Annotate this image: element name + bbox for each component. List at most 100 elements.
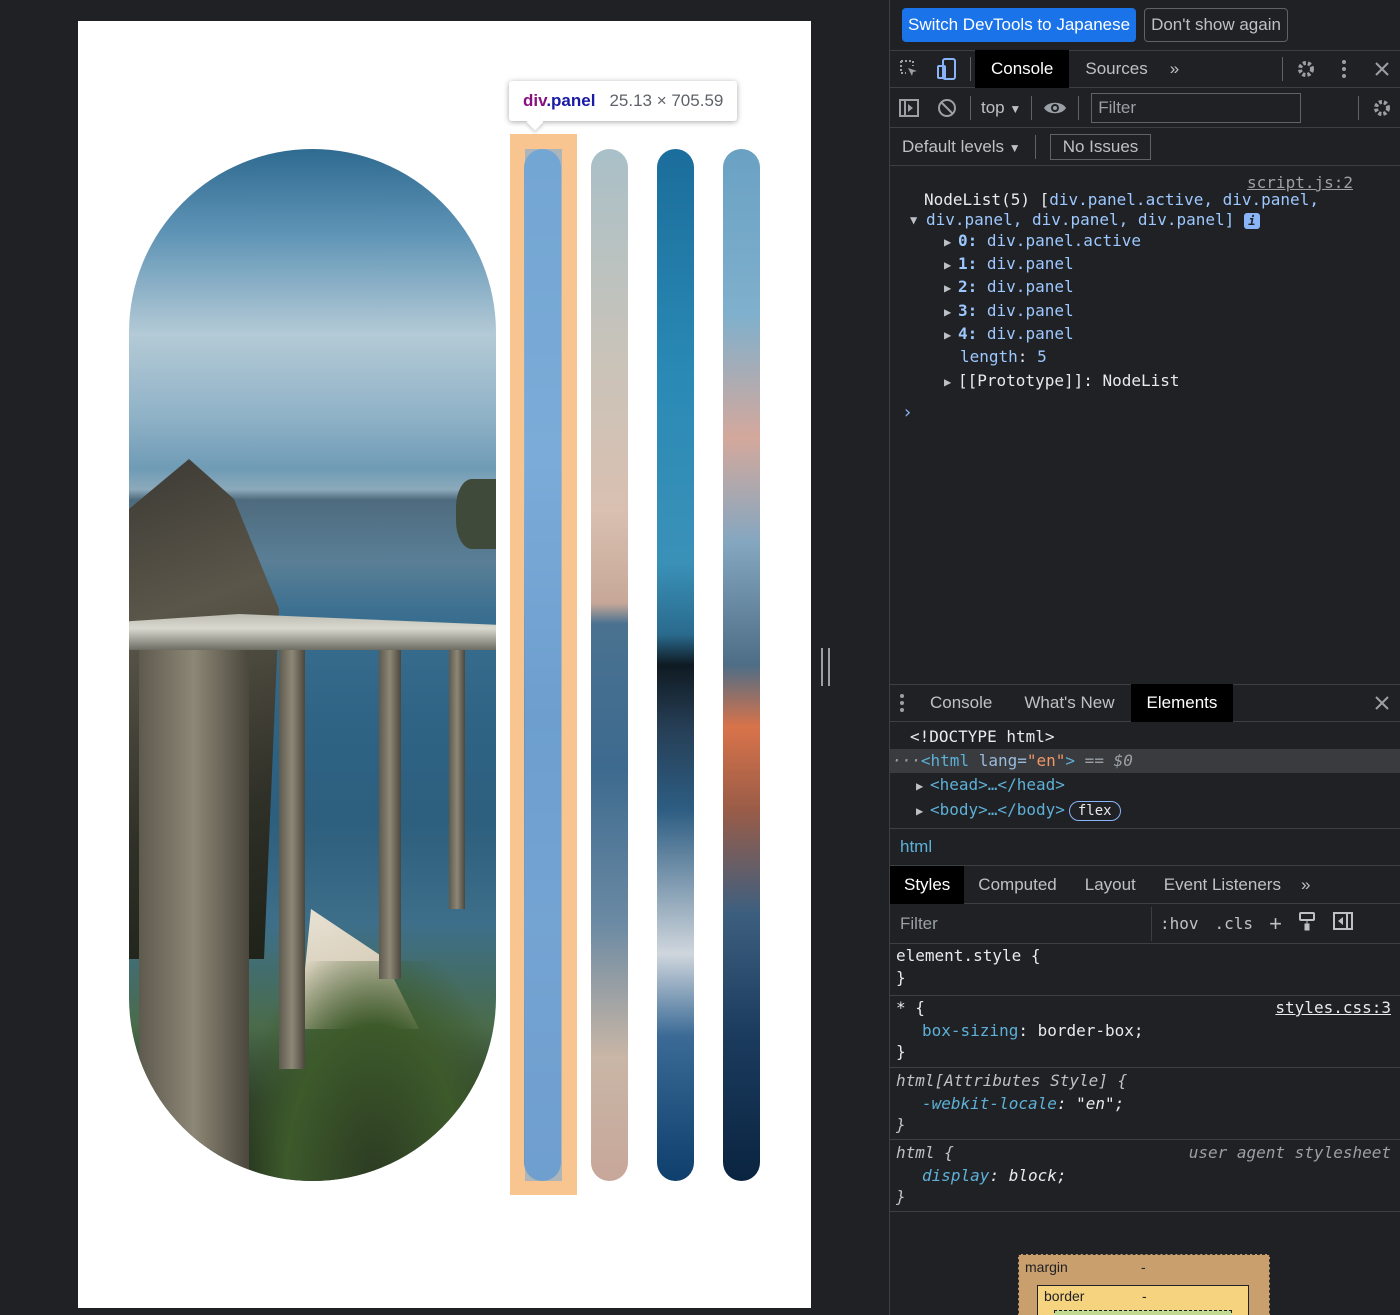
- tree-head-node[interactable]: ▶ <head>…</head>: [890, 773, 1400, 797]
- nodelist-entry[interactable]: ▶ 1: div.panel: [944, 254, 1074, 275]
- bridge-deck: [129, 614, 496, 650]
- bridge-pillar: [139, 649, 249, 1181]
- new-rule-plus-icon[interactable]: +: [1261, 911, 1290, 937]
- entry-value: div.panel.active: [986, 231, 1142, 250]
- drawer-menu-icon[interactable]: [890, 684, 914, 722]
- dont-show-again-button[interactable]: Don't show again: [1144, 8, 1288, 42]
- rule-universal[interactable]: * { styles.css:3 box-sizing: border-box;…: [890, 996, 1400, 1068]
- tree-html-node[interactable]: ···<html lang="en"> == $0: [890, 749, 1400, 773]
- more-tabs-chevron-icon[interactable]: »: [1295, 866, 1316, 904]
- inspect-element-icon[interactable]: [890, 50, 928, 88]
- node-actions-ellipsis-icon[interactable]: ···: [892, 751, 921, 770]
- styles-filter-input[interactable]: [890, 906, 1152, 941]
- console-filter-input[interactable]: [1091, 92, 1302, 123]
- tab-styles[interactable]: Styles: [890, 865, 965, 904]
- context-select[interactable]: top ▼: [975, 98, 1027, 118]
- breadcrumb: html: [890, 828, 1400, 866]
- collapsed-arrow-icon: ▶: [944, 235, 952, 249]
- rule-attributes-style[interactable]: html[Attributes Style] { -webkit-locale:…: [890, 1068, 1400, 1140]
- nodelist-entry[interactable]: ▶ 2: div.panel: [944, 277, 1074, 298]
- nodelist-header[interactable]: NodeList(5) [div.panel.active, div.panel…: [924, 190, 1319, 210]
- tree-doctype[interactable]: <!DOCTYPE html>: [890, 725, 1400, 749]
- dropdown-caret-icon: ▼: [1008, 140, 1021, 155]
- entry-key: 3:: [958, 301, 978, 320]
- toggle-sidebar-icon[interactable]: [1324, 911, 1362, 936]
- paint-roller-icon[interactable]: [1290, 911, 1324, 936]
- collapsed-arrow-icon: ▶: [916, 804, 924, 818]
- rule-selector: html {: [896, 1143, 954, 1162]
- live-expression-eye-icon[interactable]: [1036, 89, 1074, 127]
- headland-shape: [456, 479, 496, 549]
- property-name: -webkit-locale: [922, 1094, 1057, 1113]
- rule-source-link[interactable]: styles.css:3: [1275, 998, 1391, 1017]
- nodelist-entry[interactable]: ▶ 4: div.panel: [944, 324, 1074, 345]
- console-prompt[interactable]: ›: [902, 402, 913, 423]
- margin-value[interactable]: -: [1141, 1259, 1146, 1275]
- body-tag: <body>…</body>: [930, 800, 1065, 819]
- bridge-pillar: [449, 649, 465, 909]
- bridge-pillar: [279, 649, 305, 1069]
- tab-sources[interactable]: Sources: [1069, 50, 1163, 88]
- drawer-tab-console[interactable]: Console: [914, 684, 1008, 722]
- close-devtools-icon[interactable]: [1363, 50, 1400, 88]
- entry-key: 2:: [958, 277, 978, 296]
- rule-declaration[interactable]: box-sizing: border-box;: [922, 1021, 1144, 1040]
- rule-selector: * {: [896, 998, 925, 1017]
- elements-tree: <!DOCTYPE html> ···<html lang="en"> == $…: [890, 722, 1400, 828]
- switch-language-button[interactable]: Switch DevTools to Japanese: [902, 8, 1137, 42]
- tree-body-node[interactable]: ▶ <body>…</body> flex: [890, 798, 1400, 822]
- flex-badge[interactable]: flex: [1068, 801, 1121, 821]
- entry-key: 1:: [958, 254, 978, 273]
- tab-console[interactable]: Console: [975, 50, 1070, 88]
- nodelist-prototype[interactable]: ▶ [[Prototype]]: NodeList: [944, 371, 1180, 392]
- rule-user-agent-html[interactable]: html { user agent stylesheet display: bl…: [890, 1140, 1400, 1212]
- head-tag: <head>…</head>: [930, 775, 1065, 794]
- class-toggle-button[interactable]: .cls: [1207, 914, 1262, 933]
- log-levels-select[interactable]: Default levels ▼: [902, 137, 1021, 157]
- nodelist-entry[interactable]: ▶ 0: div.panel.active: [944, 231, 1141, 252]
- breadcrumb-item-html[interactable]: html: [900, 837, 932, 857]
- resize-handle[interactable]: [821, 648, 830, 686]
- panel-active-bridge[interactable]: [129, 149, 496, 1181]
- hover-state-button[interactable]: :hov: [1152, 914, 1207, 933]
- tab-event-listeners[interactable]: Event Listeners: [1150, 866, 1295, 904]
- entry-value: div.panel: [986, 277, 1074, 296]
- nodelist-entry[interactable]: ▶ 3: div.panel: [944, 301, 1074, 322]
- html-lang-value: "en": [1026, 751, 1066, 770]
- nodelist-length: length: 5: [960, 347, 1047, 366]
- toolbar-separator: [1358, 95, 1359, 120]
- console-settings-gear-icon[interactable]: [1363, 89, 1400, 127]
- border-label: border: [1044, 1288, 1085, 1304]
- tooltip-dimensions: 25.13 × 705.59: [609, 91, 724, 110]
- toolbar-separator: [970, 95, 971, 120]
- border-value[interactable]: -: [1142, 1288, 1147, 1304]
- rule-declaration[interactable]: display: block;: [922, 1166, 1067, 1185]
- device-toolbar-icon[interactable]: [928, 50, 966, 88]
- settings-gear-icon[interactable]: [1287, 50, 1325, 88]
- issues-button[interactable]: No Issues: [1049, 133, 1152, 160]
- margin-label: margin: [1025, 1259, 1068, 1275]
- box-model-padding: [1054, 1310, 1232, 1315]
- close-drawer-icon[interactable]: [1363, 684, 1400, 722]
- panel-4[interactable]: [723, 149, 760, 1181]
- tab-layout[interactable]: Layout: [1071, 866, 1150, 904]
- sidebar-toggle-icon[interactable]: [890, 89, 928, 127]
- rule-declaration[interactable]: -webkit-locale: "en";: [922, 1094, 1124, 1113]
- panel-3[interactable]: [657, 149, 694, 1181]
- log-levels-value: Default levels: [902, 136, 1005, 156]
- nodelist-header-prefix: NodeList(5) [: [924, 190, 1050, 209]
- nodelist-header-cont[interactable]: ▼ div.panel, div.panel, div.panel] i: [910, 210, 1260, 230]
- bridge-pillar: [379, 649, 401, 979]
- tab-computed[interactable]: Computed: [964, 866, 1070, 904]
- rule-element-style[interactable]: element.style { }: [890, 944, 1400, 996]
- drawer-tab-whats-new[interactable]: What's New: [1008, 684, 1130, 722]
- drawer-tab-elements[interactable]: Elements: [1130, 684, 1234, 722]
- more-tabs-chevron-icon[interactable]: »: [1164, 50, 1185, 88]
- property-value: border-box;: [1037, 1021, 1144, 1040]
- info-icon[interactable]: i: [1243, 212, 1260, 229]
- box-model-diagram: margin - border -: [1018, 1254, 1270, 1315]
- more-options-icon[interactable]: [1325, 50, 1363, 88]
- dropdown-caret-icon: ▼: [1009, 101, 1022, 116]
- panel-2[interactable]: [591, 149, 628, 1181]
- clear-console-icon[interactable]: [928, 89, 966, 127]
